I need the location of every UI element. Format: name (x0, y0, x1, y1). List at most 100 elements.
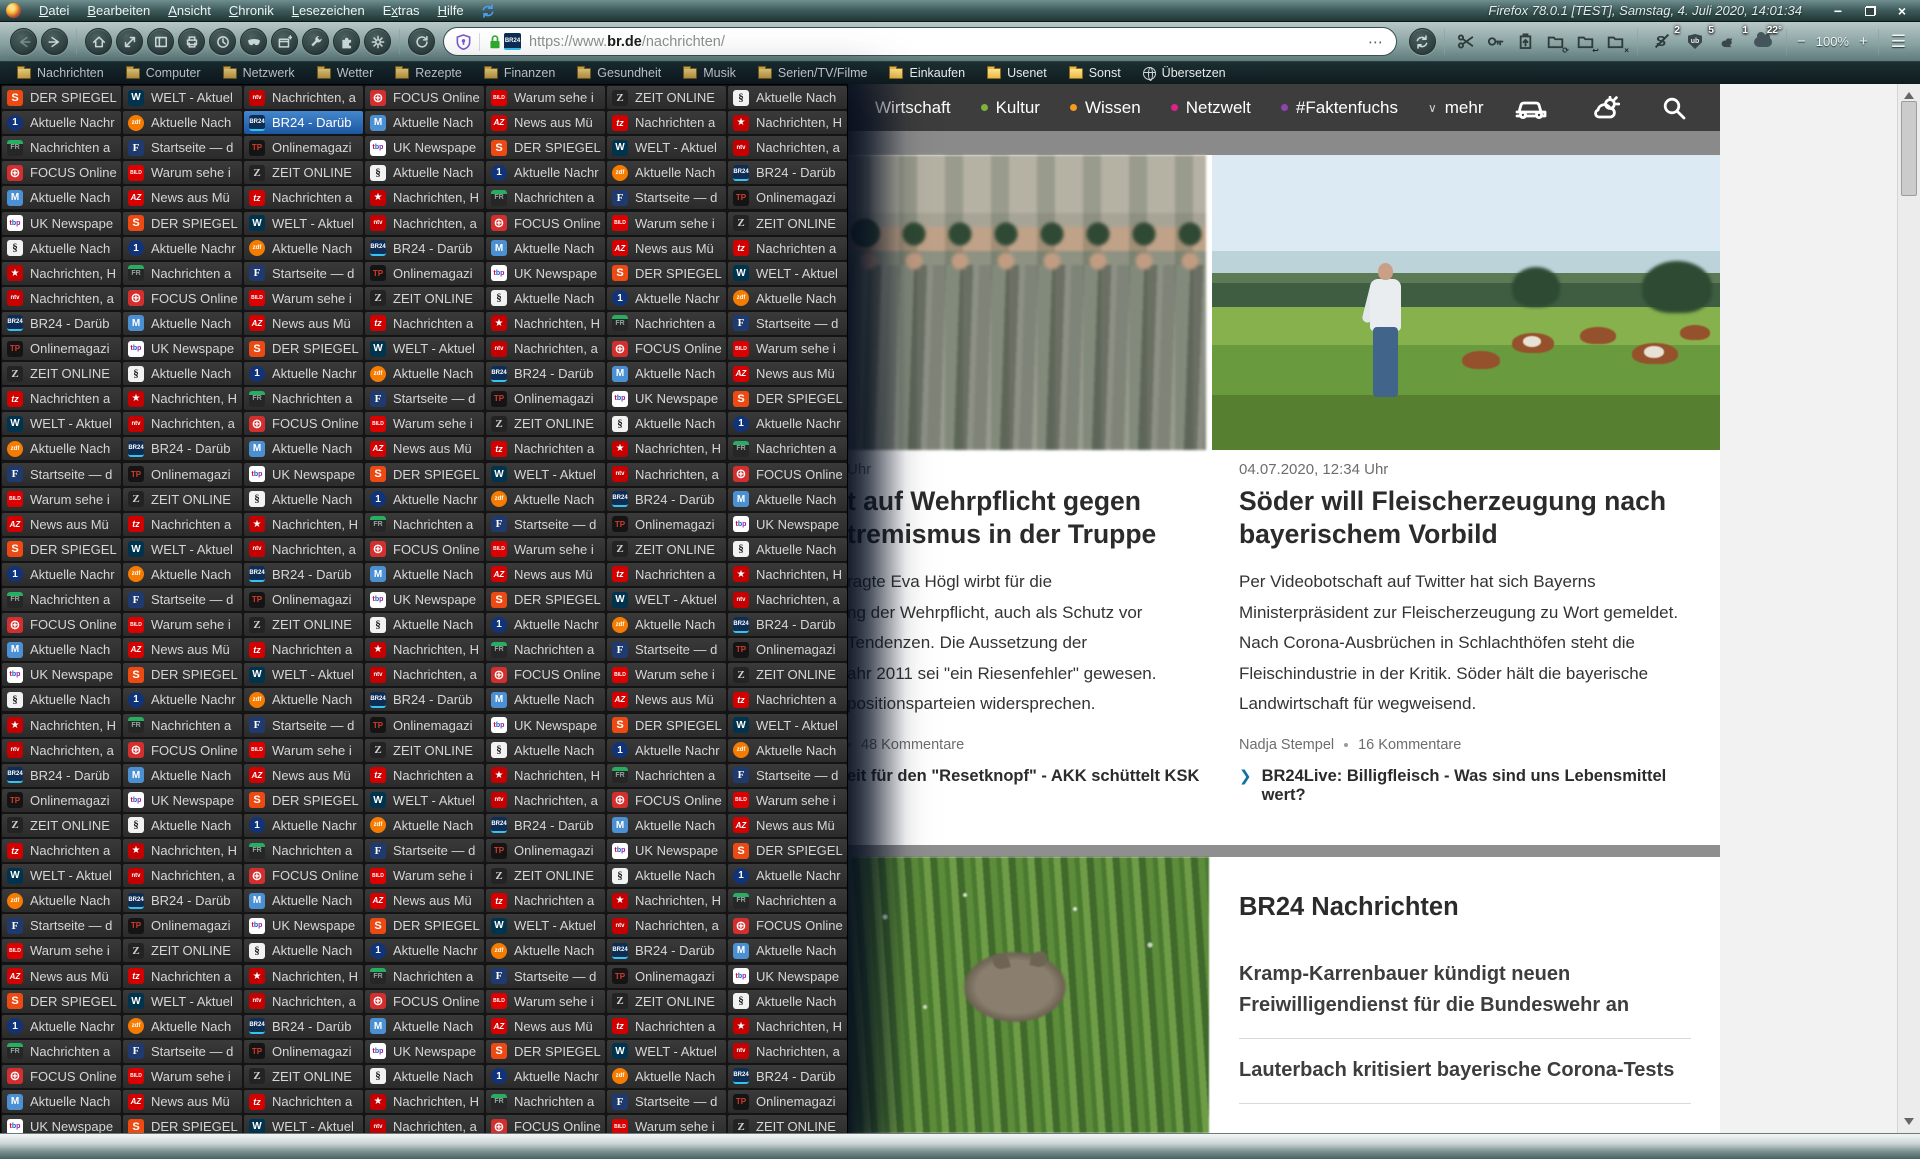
page-scrollbar[interactable] (1897, 84, 1920, 1133)
bookmark-menu-item-sz[interactable]: §Aktuelle Nach (365, 161, 484, 184)
bookmark-menu-item-tagesschau[interactable]: 1Aktuelle Nachr (486, 161, 605, 184)
bookmark-menu-item-sz[interactable]: §Aktuelle Nach (244, 939, 363, 962)
bookmark-menu-item-tz[interactable]: tzNachrichten a (486, 889, 605, 912)
scrollbar-thumb[interactable] (1901, 101, 1917, 196)
bookmark-menu-item-merkur[interactable]: MAktuelle Nach (2, 186, 121, 209)
search-icon[interactable] (1662, 96, 1686, 120)
bookmark-menu-item-stern[interactable]: ★Nachrichten, H (607, 889, 726, 912)
article-right-title[interactable]: Söder will Fleischerzeugung nach bayeris… (1239, 485, 1666, 551)
bookmark-menu-item-tagesschau[interactable]: 1Aktuelle Nachr (244, 362, 363, 385)
bookmark-menu-item-sz[interactable]: §Aktuelle Nach (607, 864, 726, 887)
folder-back-button[interactable]: ↩ (1574, 30, 1598, 54)
bookmark-menu-item-focus[interactable]: ⊕FOCUS Online (365, 990, 484, 1013)
bookmark-menu-item-welt[interactable]: WWELT - Aktuel (365, 337, 484, 360)
bookmark-menu-item-tz[interactable]: tzNachrichten a (244, 638, 363, 661)
home-button[interactable] (85, 28, 112, 55)
bookmark-menu-item-bild[interactable]: BILDWarum sehe i (728, 789, 847, 812)
bookmark-menu-item-tz[interactable]: tzNachrichten a (123, 513, 242, 536)
bookmark-menu-item-zdf[interactable]: zdfAktuelle Nach (123, 111, 242, 134)
bookmark-menu-item-zeit[interactable]: ZZEIT ONLINE (123, 488, 242, 511)
bookmark-menu-item-fr[interactable]: FRNachrichten a (486, 1090, 605, 1113)
bookmark-menu-item-faz[interactable]: FStartseite — d (2, 463, 121, 486)
bookmark-menu-item-focus[interactable]: ⊕FOCUS Online (2, 613, 121, 636)
bookmark-menu-item-zdf[interactable]: zdfAktuelle Nach (244, 237, 363, 260)
bookmark-menu-item-spiegel[interactable]: SDER SPIEGEL (728, 387, 847, 410)
scrollbar-up-arrow[interactable] (1904, 92, 1914, 99)
bookmark-menu-item-merkur[interactable]: MAktuelle Nach (2, 1090, 121, 1113)
bookmark-menu-item-ntv[interactable]: ntvNachrichten, a (728, 1040, 847, 1063)
bookmarks-item-uebersetzen[interactable]: Übersetzen (1132, 62, 1237, 84)
bookmark-menu-item-sz[interactable]: §Aktuelle Nach (486, 287, 605, 310)
bookmark-menu-item-tp[interactable]: TPOnlinemagazi (486, 839, 605, 862)
settings-gear-button[interactable] (364, 28, 391, 55)
bookmark-menu-item-zeit[interactable]: ZZEIT ONLINE (728, 663, 847, 686)
article-image-soeder-meadow[interactable] (1212, 155, 1720, 450)
bookmark-menu-item-welt[interactable]: WWELT - Aktuel (123, 86, 242, 109)
bookmark-menu-item-sz[interactable]: §Aktuelle Nach (244, 488, 363, 511)
bookmark-menu-item-bild[interactable]: BILDWarum sehe i (123, 161, 242, 184)
bookmark-menu-item-tagesschau[interactable]: 1Aktuelle Nachr (365, 939, 484, 962)
bookmark-menu-item-merkur[interactable]: MAktuelle Nach (486, 237, 605, 260)
bookmark-menu-item-tagesschau[interactable]: 1Aktuelle Nachr (728, 864, 847, 887)
bookmark-menu-item-welt[interactable]: WWELT - Aktuel (365, 789, 484, 812)
bookmark-menu-item-sz[interactable]: §Aktuelle Nach (486, 739, 605, 762)
bookmark-menu-item-zdf[interactable]: zdfAktuelle Nach (244, 688, 363, 711)
bookmark-menu-item-spiegel[interactable]: SDER SPIEGEL (365, 914, 484, 937)
bookmark-menu-item-bild[interactable]: BILDWarum sehe i (607, 1115, 726, 1134)
bookmark-menu-item-spiegel[interactable]: SDER SPIEGEL (2, 990, 121, 1013)
bookmark-menu-item-spiegel[interactable]: SDER SPIEGEL (2, 538, 121, 561)
bookmark-menu-item-focus[interactable]: ⊕FOCUS Online (123, 739, 242, 762)
bookmark-menu-item-bild[interactable]: BILDWarum sehe i (365, 864, 484, 887)
bookmark-menu-item-focus[interactable]: ⊕FOCUS Online (2, 1065, 121, 1088)
bookmark-menu-item-focus[interactable]: ⊕FOCUS Online (365, 538, 484, 561)
bookmark-menu-item-welt[interactable]: WWELT - Aktuel (728, 714, 847, 737)
menubar-item-lesezeichen[interactable]: Lesezeichen (283, 3, 374, 18)
bookmark-menu-item-br24[interactable]: BR24BR24 - Darüb (486, 362, 605, 385)
bookmark-menu-item-br24[interactable]: BR24BR24 - Darüb (365, 688, 484, 711)
bookmark-menu-item-sz[interactable]: §Aktuelle Nach (728, 990, 847, 1013)
bookmark-menu-item-br24[interactable]: BR24BR24 - Darüb (244, 563, 363, 586)
bookmark-menu-item-az[interactable]: AZNews aus Mü (486, 111, 605, 134)
bookmark-menu-item-tagesschau[interactable]: 1Aktuelle Nachr (2, 1015, 121, 1038)
bookmark-menu-item-spiegel[interactable]: SDER SPIEGEL (607, 714, 726, 737)
site-nav-wissen[interactable]: Wissen (1070, 98, 1141, 118)
bookmark-menu-item-tagesschau[interactable]: 1Aktuelle Nachr (486, 613, 605, 636)
bookmark-menu-item-zdf[interactable]: zdfAktuelle Nach (486, 939, 605, 962)
sync-arrows-icon[interactable] (481, 4, 495, 18)
bookmark-menu-item-faz[interactable]: FStartseite — d (607, 1090, 726, 1113)
bookmark-menu-item-bild[interactable]: BILDWarum sehe i (365, 412, 484, 435)
sidebar-button[interactable] (147, 28, 174, 55)
bookmark-menu-item-faz[interactable]: FStartseite — d (123, 1040, 242, 1063)
bookmark-menu-item-stern[interactable]: ★Nachrichten, H (728, 563, 847, 586)
bookmark-menu-item-focus[interactable]: ⊕FOCUS Online (244, 412, 363, 435)
bookmark-menu-item-welt[interactable]: WWELT - Aktuel (728, 262, 847, 285)
bookmark-menu-item-tagesschau[interactable]: 1Aktuelle Nachr (244, 814, 363, 837)
bookmark-menu-item-stern[interactable]: ★Nachrichten, H (365, 186, 484, 209)
bookmarks-folder-serien-tv-filme[interactable]: Serien/TV/Filme (747, 62, 879, 84)
bookmark-menu-item-merkur[interactable]: MAktuelle Nach (607, 814, 726, 837)
bookmark-menu-item-spiegel[interactable]: SDER SPIEGEL (486, 1040, 605, 1063)
bookmark-menu-item-merkur[interactable]: MAktuelle Nach (244, 889, 363, 912)
urlbar-overflow-icon[interactable]: ⋯ (1368, 33, 1384, 51)
bookmark-menu-item-br24[interactable]: BR24BR24 - Darüb (244, 111, 363, 134)
bookmarks-folder-nachrichten[interactable]: Nachrichten (6, 62, 115, 84)
scrollbar-down-arrow[interactable] (1904, 1118, 1914, 1125)
bookmark-menu-item-merkur[interactable]: MAktuelle Nach (728, 488, 847, 511)
bookmark-menu-item-zdf[interactable]: zdfAktuelle Nach (123, 1015, 242, 1038)
menubar-item-ansicht[interactable]: Ansicht (159, 3, 220, 18)
bookmark-menu-item-stern[interactable]: ★Nachrichten, H (728, 111, 847, 134)
clipboard-button[interactable] (1514, 30, 1538, 54)
bookmarks-folder-sonst[interactable]: Sonst (1058, 62, 1132, 84)
bookmark-menu-item-welt[interactable]: WWELT - Aktuel (2, 412, 121, 435)
bookmark-menu-item-zeit[interactable]: ZZEIT ONLINE (123, 939, 242, 962)
bookmark-menu-item-stern[interactable]: ★Nachrichten, H (244, 965, 363, 988)
bookmark-menu-item-fr[interactable]: FRNachrichten a (728, 437, 847, 460)
bookmark-menu-item-br24[interactable]: BR24BR24 - Darüb (486, 814, 605, 837)
back-button[interactable] (10, 28, 37, 55)
bookmark-menu-item-az[interactable]: AZNews aus Mü (607, 688, 726, 711)
bookmark-menu-item-focus[interactable]: ⊕FOCUS Online (728, 463, 847, 486)
article-image-soldiers[interactable] (845, 155, 1206, 450)
br24-headline[interactable]: Lauterbach kritisiert bayerische Corona-… (1239, 1055, 1691, 1086)
bookmark-menu-item-welt[interactable]: WWELT - Aktuel (607, 136, 726, 159)
bookmark-menu-item-tz[interactable]: tzNachrichten a (2, 387, 121, 410)
